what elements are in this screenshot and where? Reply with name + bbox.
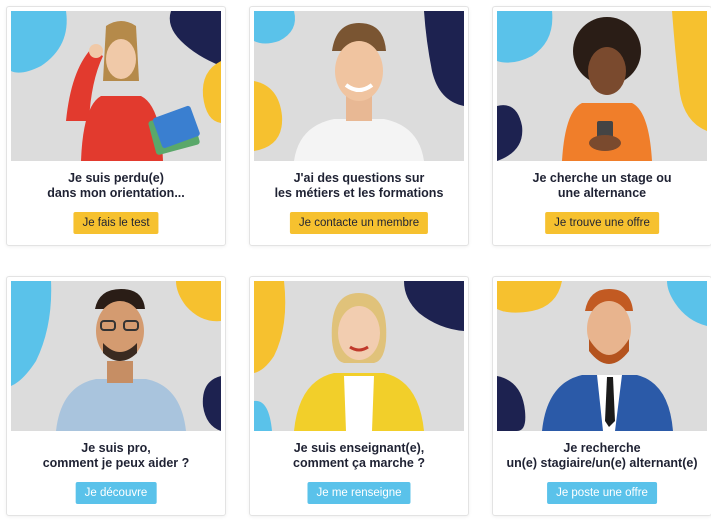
card-orientation: Je suis perdu(e) dans mon orientation...… bbox=[6, 6, 226, 246]
photo-blonde-woman bbox=[254, 281, 464, 431]
card-caption: J'ai des questions sur les métiers et le… bbox=[250, 171, 468, 201]
caption-line2: un(e) stagiaire/un(e) alternant(e) bbox=[506, 456, 698, 470]
discover-button[interactable]: Je découvre bbox=[75, 482, 157, 504]
photo-bearded-man-suit bbox=[497, 281, 707, 431]
photo-smiling-young-man bbox=[254, 11, 464, 161]
caption-line2: comment ça marche ? bbox=[293, 456, 425, 470]
post-offer-button[interactable]: Je poste une offre bbox=[547, 482, 657, 504]
card-questions: J'ai des questions sur les métiers et le… bbox=[249, 6, 469, 246]
caption-line1: Je suis perdu(e) bbox=[68, 171, 164, 185]
caption-line1: Je suis pro, bbox=[81, 441, 151, 455]
caption-line1: Je recherche bbox=[563, 441, 641, 455]
photo-young-woman-confused bbox=[11, 11, 221, 161]
card-teacher: Je suis enseignant(e), comment ça marche… bbox=[249, 276, 469, 516]
card-internship: Je cherche un stage ou une alternance Je… bbox=[492, 6, 711, 246]
contact-member-button[interactable]: Je contacte un membre bbox=[289, 212, 429, 234]
photo-young-woman-phone bbox=[497, 11, 707, 161]
card-caption: Je recherche un(e) stagiaire/un(e) alter… bbox=[493, 441, 711, 471]
caption-line2: dans mon orientation... bbox=[47, 186, 185, 200]
find-offer-button[interactable]: Je trouve une offre bbox=[545, 212, 659, 234]
card-caption: Je cherche un stage ou une alternance bbox=[493, 171, 711, 201]
card-recruiter: Je recherche un(e) stagiaire/un(e) alter… bbox=[492, 276, 711, 516]
caption-line1: J'ai des questions sur bbox=[293, 171, 425, 185]
card-pro: Je suis pro, comment je peux aider ? Je … bbox=[6, 276, 226, 516]
card-caption: Je suis enseignant(e), comment ça marche… bbox=[250, 441, 468, 471]
caption-line2: les métiers et les formations bbox=[274, 186, 444, 200]
caption-line2: comment je peux aider ? bbox=[42, 456, 190, 470]
test-button[interactable]: Je fais le test bbox=[73, 212, 159, 234]
caption-line1: Je cherche un stage ou bbox=[532, 171, 672, 185]
card-caption: Je suis perdu(e) dans mon orientation... bbox=[7, 171, 225, 201]
card-caption: Je suis pro, comment je peux aider ? bbox=[7, 441, 225, 471]
learn-more-button[interactable]: Je me renseigne bbox=[307, 482, 411, 504]
caption-line1: Je suis enseignant(e), bbox=[293, 441, 425, 455]
photo-man-glasses bbox=[11, 281, 221, 431]
caption-line2: une alternance bbox=[557, 186, 647, 200]
